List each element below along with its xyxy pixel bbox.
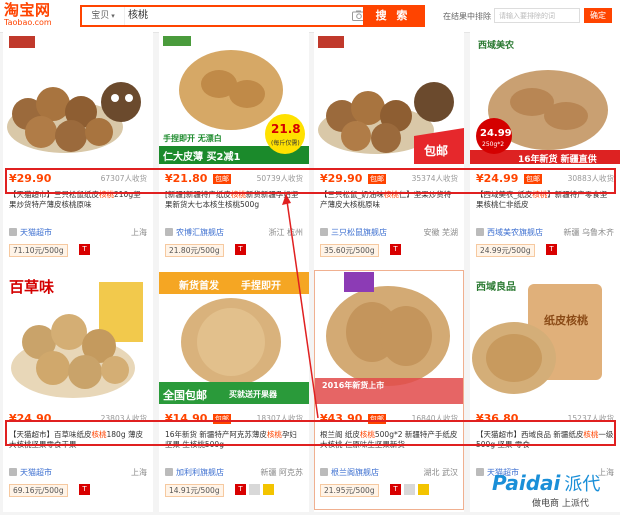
shop-row: 西域美农旗舰店 新疆 乌鲁木齐 xyxy=(476,227,614,239)
watermark: Paidai 派代 做电商 上派代 xyxy=(492,470,617,510)
gold-seller-icon[interactable] xyxy=(263,484,274,495)
service-icon[interactable] xyxy=(249,484,260,495)
product-image[interactable]: 西域良品 纸皮核桃 xyxy=(470,272,620,404)
product-card[interactable]: ¥29.90 67307人收货 【天猫超市】三只松鼠纸皮核桃210g坚果炒货特产… xyxy=(3,32,153,272)
shop-icon xyxy=(9,468,17,476)
product-card[interactable]: 百草味 ¥24.90 23803人收货 【天猫超市】百草味纸皮核桃180g 薄皮… xyxy=(3,272,153,512)
image-tag: 手捏即开 xyxy=(241,281,281,292)
year-tag: 2016 xyxy=(270,36,301,49)
tmall-icon[interactable]: T xyxy=(546,244,557,255)
watermark-slogan: 做电商 上派代 xyxy=(532,499,589,509)
taobao-logo[interactable]: 淘宝网 Taobao.com xyxy=(4,2,62,30)
badge-row: 21.80元/500g T xyxy=(165,242,303,257)
tmall-icon[interactable]: T xyxy=(235,244,246,255)
unit-price-badge: 14.91元/500g xyxy=(165,484,224,497)
tmall-icon[interactable]: T xyxy=(390,244,401,255)
free-shipping-tag: 包邮 xyxy=(424,144,449,158)
refine-label: 在结果中排除 xyxy=(443,12,491,21)
product-image[interactable]: 西域美农 24.99 250g*2 16年新货 新疆直供 xyxy=(470,32,620,164)
badge-row: 24.99元/500g T xyxy=(476,242,614,257)
search-box: 宝贝 ▾ 核桃 搜 索 xyxy=(80,5,425,27)
search-category-label: 宝贝 xyxy=(91,11,110,21)
logo-subtext: Taobao.com xyxy=(4,18,52,27)
shop-name[interactable]: 天猫超市 xyxy=(20,228,52,237)
refine-button[interactable]: 确定 xyxy=(584,8,612,23)
shop-icon xyxy=(476,468,484,476)
tmall-icon[interactable]: T xyxy=(79,484,90,495)
chevron-down-icon: ▾ xyxy=(111,12,115,20)
product-card[interactable]: 2016 手捏即开 无漂白 仁大皮薄 买2减1 21.8 (每斤仅需) ¥21.… xyxy=(159,32,309,272)
location: 上海 xyxy=(131,468,147,477)
product-image[interactable]: 包邮 xyxy=(314,32,464,164)
search-category-select[interactable]: 宝贝 ▾ xyxy=(82,7,125,25)
image-price: 21.8 xyxy=(271,122,301,136)
product-image[interactable]: 2016 手捏即开 无漂白 仁大皮薄 买2减1 21.8 (每斤仅需) xyxy=(159,32,309,164)
shop-icon xyxy=(476,228,484,236)
tmall-icon[interactable]: T xyxy=(79,244,90,255)
image-tag: 新货首发 xyxy=(179,281,219,292)
product-image[interactable] xyxy=(3,32,153,164)
product-card[interactable]: 新货首发 手捏即开 全国包邮 买就送开果器 ¥14.90 包邮 18307人收货… xyxy=(159,272,309,512)
shop-row: 加利利旗舰店 新疆 阿克苏 xyxy=(165,467,303,479)
price-row-highlight xyxy=(5,168,616,194)
shop-name[interactable]: 西域美农旗舰店 xyxy=(487,228,543,237)
brand-label: 西域美农 xyxy=(478,41,515,51)
product-card[interactable]: 西域美农 24.99 250g*2 16年新货 新疆直供 ¥24.99 包邮 3… xyxy=(470,32,620,272)
search-button[interactable]: 搜 索 xyxy=(363,7,423,25)
top-bar: 淘宝网 Taobao.com 宝贝 ▾ 核桃 搜 索 在结果中排除 请输入要排除的… xyxy=(0,0,620,33)
price-row-highlight xyxy=(5,420,616,446)
shop-name[interactable]: 三只松鼠旗舰店 xyxy=(331,228,387,237)
tmall-icon[interactable]: T xyxy=(235,484,246,495)
watermark-cn: 派代 xyxy=(564,474,601,495)
brand-label: 西域良品 xyxy=(476,282,516,293)
image-price-unit: 250g*2 xyxy=(482,141,505,148)
shop-name[interactable]: 农博汇旗舰店 xyxy=(176,228,224,237)
badge-row: 69.16元/500g T xyxy=(9,482,147,497)
unit-price-badge: 21.80元/500g xyxy=(165,244,224,257)
shop-icon xyxy=(165,468,173,476)
product-title[interactable]: 【西域美农_纸皮核桃】新疆特产零食坚果核桃仁非纸皮 xyxy=(476,190,614,220)
badge-row: 14.91元/500g T xyxy=(165,482,303,497)
unit-price-badge: 69.16元/500g xyxy=(9,484,68,497)
refine-input[interactable]: 请输入要排除的词 xyxy=(494,8,580,23)
brand-label: 百草味 xyxy=(9,278,55,296)
unit-price-badge: 71.10元/500g xyxy=(9,244,68,257)
location: 浙江 杭州 xyxy=(268,228,303,237)
product-image[interactable]: 百草味 xyxy=(3,272,153,404)
location: 安徽 芜湖 xyxy=(423,228,458,237)
shop-icon xyxy=(9,228,17,236)
image-banner: 买就送开果器 xyxy=(229,390,277,399)
image-price-note: (每斤仅需) xyxy=(271,140,300,147)
shop-icon xyxy=(320,228,328,236)
hovered-card-outline xyxy=(314,270,464,510)
shop-name[interactable]: 天猫超市 xyxy=(20,468,52,477)
product-card[interactable]: 包邮 ¥29.90 包邮 35374人收货 【三只松鼠_奶油味核桃仁】坚果炒货特… xyxy=(314,32,464,272)
shop-row: 天猫超市 上海 xyxy=(9,227,147,239)
shop-icon xyxy=(165,228,173,236)
image-banner: 全国包邮 xyxy=(163,389,207,402)
shop-name[interactable]: 加利利旗舰店 xyxy=(176,468,224,477)
product-image[interactable]: 新货首发 手捏即开 全国包邮 买就送开果器 xyxy=(159,272,309,404)
shop-row: 天猫超市 上海 xyxy=(9,467,147,479)
product-title[interactable]: [新疆]新疆特产纸皮核桃新货新疆孕妇坚果新货大七本核生核桃500g xyxy=(165,190,303,220)
unit-price-badge: 35.60元/500g xyxy=(320,244,379,257)
badge-row: 35.60元/500g T xyxy=(320,242,458,257)
package-label: 纸皮核桃 xyxy=(544,314,588,327)
location: 新疆 阿克苏 xyxy=(260,468,303,477)
image-banner: 仁大皮薄 买2减1 xyxy=(163,152,241,163)
product-title[interactable]: 【天猫超市】三只松鼠纸皮核桃210g坚果炒货特产薄皮核桃原味 xyxy=(9,190,147,220)
watermark-logo: Paidai xyxy=(492,471,561,495)
unit-price-badge: 24.99元/500g xyxy=(476,244,535,257)
shop-row: 农博汇旗舰店 浙江 杭州 xyxy=(165,227,303,239)
image-price: 24.99 xyxy=(480,128,512,139)
image-subtitle: 手捏即开 无漂白 xyxy=(163,134,222,143)
image-banner: 16年新货 新疆直供 xyxy=(518,155,597,164)
product-title[interactable]: 【三只松鼠_奶油味核桃仁】坚果炒货特产薄皮大核桃原味 xyxy=(320,190,458,220)
location: 上海 xyxy=(131,228,147,237)
badge-row: 71.10元/500g T xyxy=(9,242,147,257)
search-input[interactable]: 核桃 xyxy=(128,7,348,25)
location: 新疆 乌鲁木齐 xyxy=(563,228,614,237)
shop-row: 三只松鼠旗舰店 安徽 芜湖 xyxy=(320,227,458,239)
logo-text: 淘宝网 xyxy=(4,1,51,19)
